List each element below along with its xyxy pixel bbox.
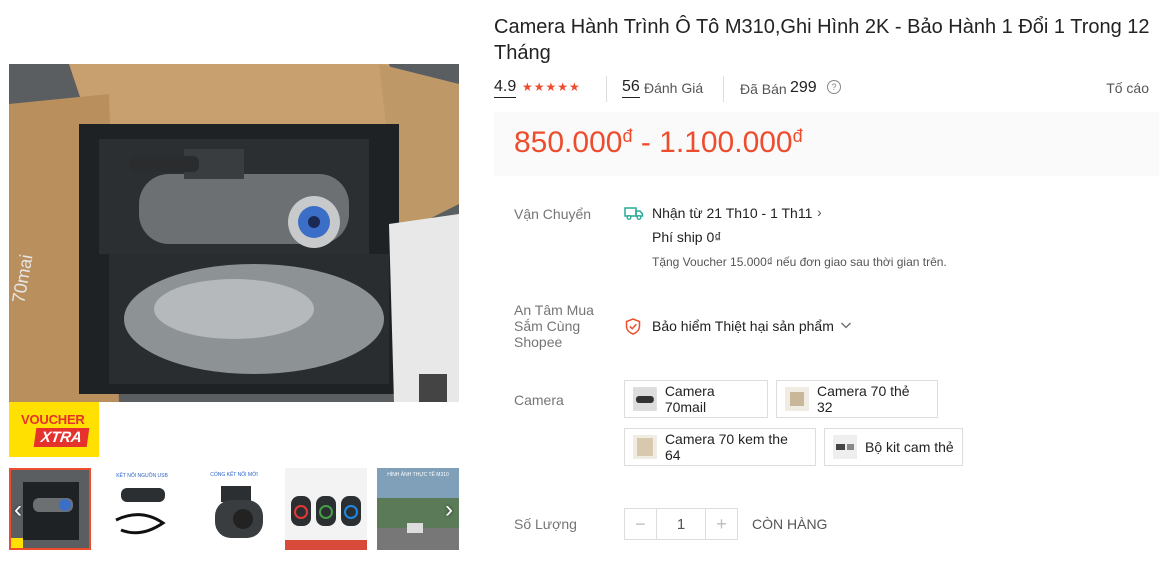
thumbnail-5-caption: HÌNH ẢNH THỰC TẾ M310	[387, 471, 449, 478]
price-range: 850.000đ - 1.100.000đ	[514, 126, 803, 160]
main-product-image[interactable]: 70mai	[9, 64, 459, 402]
report-link[interactable]: Tố cáo	[1106, 80, 1149, 96]
thumbnail-4[interactable]	[285, 468, 367, 550]
sold-count: 299	[790, 79, 817, 96]
variant-option-bo-kit-cam-the[interactable]: Bộ kit cam thẻ	[824, 428, 963, 466]
quantity-minus-button[interactable]: −	[625, 509, 656, 539]
variant-thumb	[633, 387, 657, 411]
product-title: Camera Hành Trình Ô Tô M310,Ghi Hình 2K …	[494, 16, 1150, 64]
thumbnail-3-caption: CỔNG KẾT NỐI MỚI	[210, 471, 258, 478]
variant-thumb	[633, 435, 657, 459]
variant-option-camera-70mail[interactable]: Camera 70mail	[624, 380, 768, 418]
price-currency-low: đ	[622, 126, 633, 146]
variant-thumb	[833, 435, 857, 459]
voucher-badge-line2: XTRA	[33, 428, 90, 447]
shield-check-icon	[625, 318, 641, 335]
product-photo: 70mai	[9, 64, 459, 402]
variant-option-label: Camera 70 thẻ 32	[816, 383, 910, 415]
review-label: Đánh Giá	[644, 80, 704, 96]
price-high: 1.100.000	[659, 126, 793, 159]
shipping-label: Vận Chuyển	[514, 206, 592, 222]
rating-score[interactable]: 4.9	[494, 78, 517, 98]
variant-option-label: Bộ kit cam thẻ	[865, 439, 954, 455]
insurance-label: An Tâm Mua Sắm Cùng Shopee	[514, 302, 594, 350]
variant-thumb	[785, 387, 809, 411]
price-box: 850.000đ - 1.100.000đ	[494, 112, 1159, 176]
shipping-fee: Phí ship 0₫	[652, 229, 722, 245]
price-low: 850.000	[514, 126, 623, 159]
stock-status: CÒN HÀNG	[752, 516, 828, 532]
truck-icon	[624, 206, 644, 220]
variant-option-camera-70-kem-the-64[interactable]: Camera 70 kem the 64	[624, 428, 816, 466]
price-currency-high: đ	[792, 126, 803, 146]
gallery-next-icon[interactable]: ›	[438, 496, 460, 524]
quantity-plus-button[interactable]: +	[706, 509, 737, 539]
chevron-right-icon[interactable]: ›	[817, 204, 822, 220]
review-count[interactable]: 56	[622, 78, 640, 98]
shipping-note: Tặng Voucher 15.000₫ nếu đơn giao sau th…	[652, 255, 947, 269]
quantity-label: Số Lượng	[514, 516, 577, 532]
chevron-down-icon[interactable]	[840, 318, 852, 330]
thumbnail-2-caption: KẾT NỐI NGUỒN USB	[116, 472, 168, 479]
rating-row: 4.9 ★★★★★ 56 Đánh Giá Đã Bán 299 ? Tố cá…	[494, 76, 1159, 102]
delivery-estimate[interactable]: Nhận từ 21 Th10 - 1 Th11	[652, 205, 812, 221]
insurance-value[interactable]: Bảo hiểm Thiệt hại sản phẩm	[652, 318, 834, 334]
variant-label: Camera	[514, 392, 564, 408]
rating-stars-icon: ★★★★★	[522, 80, 581, 94]
gallery-prev-icon[interactable]: ‹	[7, 496, 29, 524]
variant-option-label: Camera 70mail	[664, 383, 715, 415]
help-icon[interactable]: ?	[827, 80, 841, 94]
thumbnail-2[interactable]: KẾT NỐI NGUỒN USB	[101, 468, 183, 550]
sold-label: Đã Bán	[740, 81, 787, 97]
variant-option-label: Camera 70 kem the 64	[664, 431, 788, 463]
quantity-input[interactable]: 1	[655, 509, 707, 539]
thumbnail-3[interactable]: CỔNG KẾT NỐI MỚI	[193, 468, 275, 550]
voucher-badge-line1: VOUCHER	[21, 412, 85, 427]
variant-option-camera-70-the-32[interactable]: Camera 70 thẻ 32	[776, 380, 938, 418]
price-separator: -	[640, 126, 651, 159]
quantity-stepper: − 1 +	[624, 508, 738, 540]
voucher-xtra-badge: VOUCHER XTRA	[9, 402, 99, 457]
